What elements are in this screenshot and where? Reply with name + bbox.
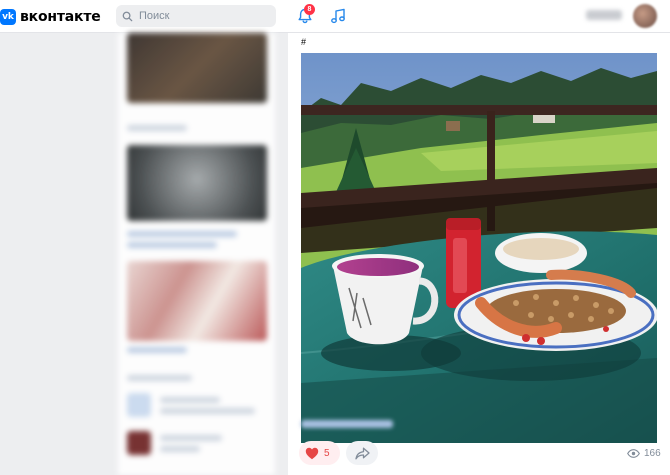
blurred-text-line [127, 231, 237, 237]
blurred-text-line [127, 242, 217, 248]
vk-logo-icon: vk [0, 9, 16, 25]
post-card: # 5 166 [288, 33, 670, 475]
music-icon[interactable] [329, 7, 347, 25]
post-photo[interactable] [301, 53, 657, 443]
blurred-thumbnail [127, 393, 151, 417]
blurred-text-line [127, 125, 187, 131]
user-name[interactable] [586, 10, 622, 20]
blurred-text-line [160, 408, 255, 414]
heart-icon [305, 447, 319, 459]
search-input[interactable] [139, 10, 269, 22]
like-count: 5 [324, 447, 330, 459]
blurred-text-line [160, 446, 200, 452]
search-box[interactable] [116, 5, 276, 27]
blurred-source-link[interactable] [301, 420, 393, 428]
blurred-sidebar [118, 33, 275, 475]
blurred-video-thumbnail [127, 33, 267, 103]
like-button[interactable]: 5 [299, 441, 340, 465]
blurred-thumbnail [127, 431, 151, 455]
eye-icon [627, 449, 640, 458]
view-counter: 166 [627, 448, 661, 459]
share-icon [354, 447, 370, 459]
view-count: 166 [644, 448, 661, 459]
share-button[interactable] [346, 441, 378, 465]
blurred-text-line [160, 435, 222, 441]
top-navigation-bar: vk вконтакте 8 [0, 0, 670, 33]
blurred-video-thumbnail [127, 261, 267, 341]
blurred-text-line [160, 397, 220, 403]
logo-text: вконтакте [20, 9, 101, 25]
notification-badge: 8 [304, 4, 315, 15]
blurred-text-line [127, 347, 187, 353]
search-icon [122, 11, 133, 21]
post-hashtag[interactable]: # [301, 37, 306, 47]
blurred-video-thumbnail [127, 145, 267, 221]
vk-logo[interactable]: vk вконтакте [0, 7, 101, 27]
avatar[interactable] [633, 4, 657, 28]
blurred-text-line [127, 375, 192, 381]
